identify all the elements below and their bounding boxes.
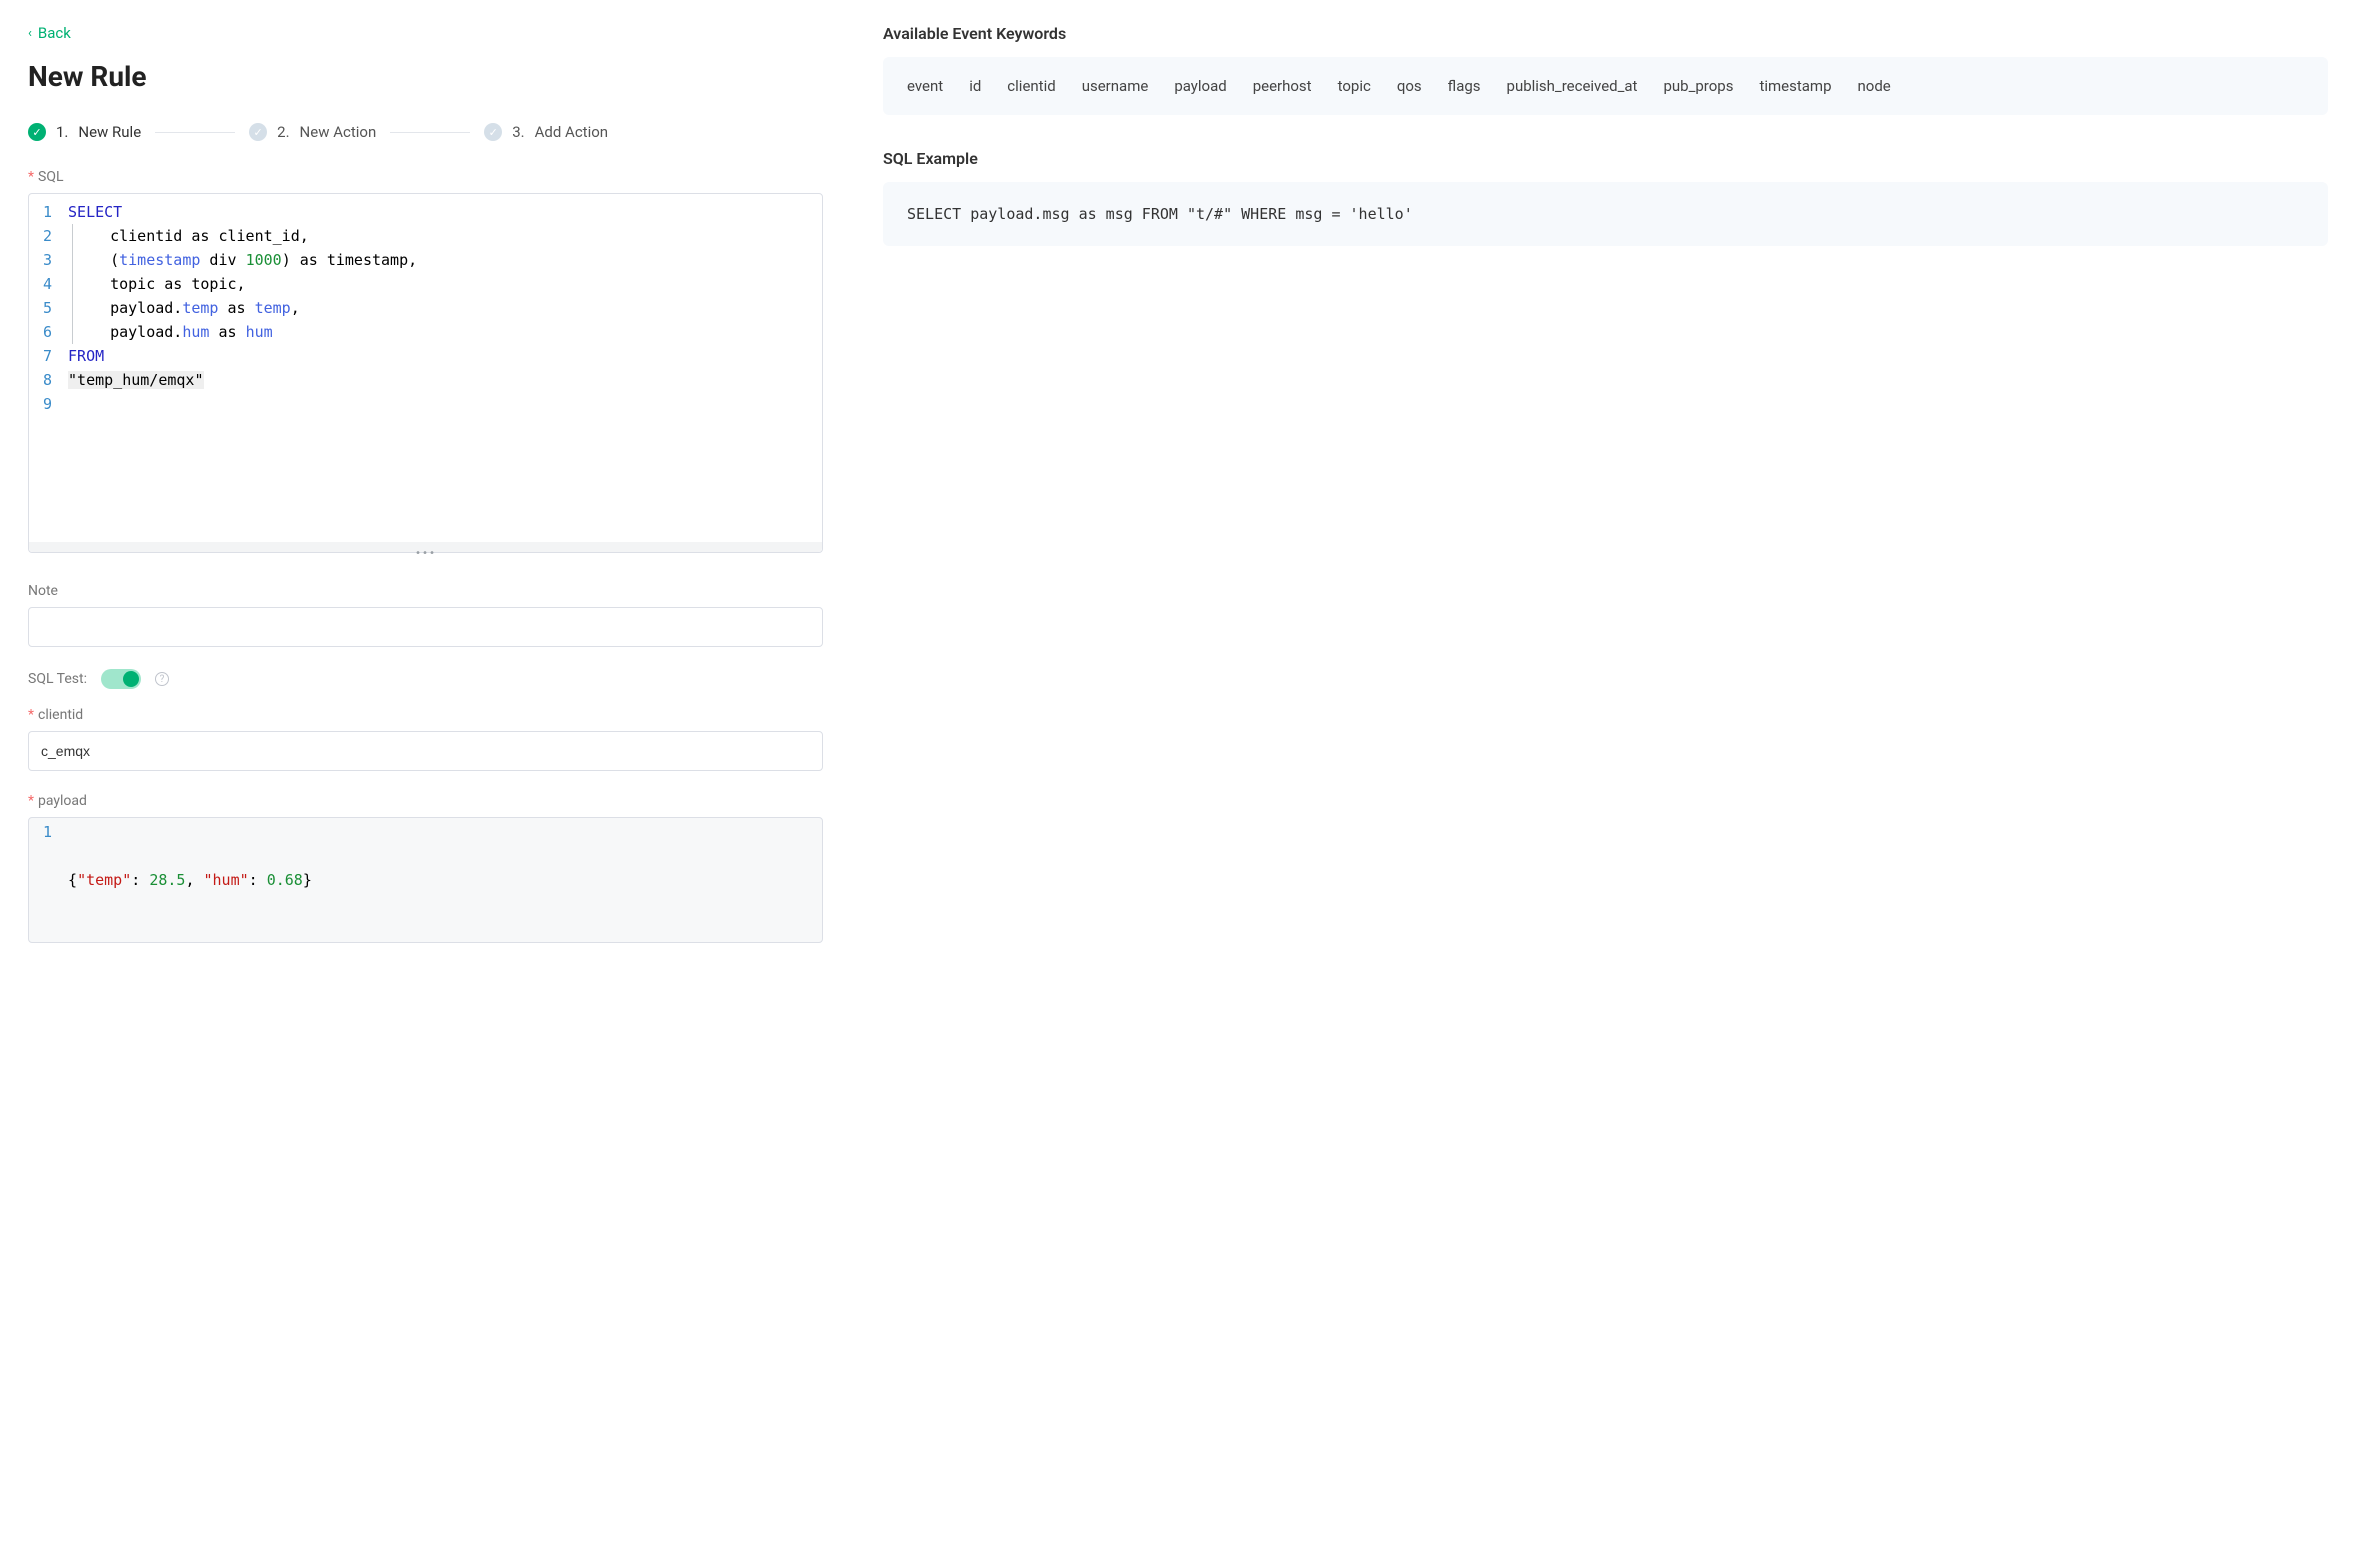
keyword-item[interactable]: payload (1174, 77, 1226, 95)
sql-code-line: (timestamp div 1000) as timestamp, (68, 248, 812, 272)
step-3[interactable]: ✓ 3. Add Action (484, 123, 608, 141)
check-icon: ✓ (484, 123, 502, 141)
keyword-item[interactable]: username (1082, 77, 1149, 95)
keyword-item[interactable]: topic (1338, 77, 1371, 95)
step-num: 1. (56, 123, 68, 141)
payload-editor[interactable]: 1 {"temp": 28.5, "hum": 0.68} (28, 817, 823, 943)
sql-code-line: SELECT (68, 200, 812, 224)
line-number: 3 (43, 248, 52, 272)
line-number: 1 (43, 820, 52, 844)
check-icon: ✓ (249, 123, 267, 141)
step-label: New Action (300, 123, 377, 141)
line-number: 4 (43, 272, 52, 296)
step-divider (390, 132, 470, 133)
sql-example-title: SQL Example (883, 149, 2328, 168)
step-num: 3. (512, 123, 524, 141)
keyword-item[interactable]: clientid (1007, 77, 1055, 95)
steps-bar: ✓ 1. New Rule ✓ 2. New Action ✓ 3. Add A… (28, 123, 823, 141)
sql-code-line: topic as topic, (68, 272, 812, 296)
back-link[interactable]: ‹ Back (28, 24, 71, 42)
step-1[interactable]: ✓ 1. New Rule (28, 123, 141, 141)
line-number: 7 (43, 344, 52, 368)
line-number: 9 (43, 392, 52, 416)
page-title: New Rule (28, 60, 823, 93)
keyword-item[interactable]: publish_received_at (1507, 77, 1638, 95)
step-divider (155, 132, 235, 133)
keyword-item[interactable]: timestamp (1759, 77, 1831, 95)
step-2[interactable]: ✓ 2. New Action (249, 123, 376, 141)
sqltest-label: SQL Test: (28, 671, 87, 687)
line-number: 8 (43, 368, 52, 392)
step-label: Add Action (535, 123, 608, 141)
sql-code-line: "temp_hum/emqx" (68, 368, 812, 392)
sql-label: *SQL (28, 169, 823, 185)
note-input[interactable] (28, 607, 823, 647)
sql-code-line (68, 392, 812, 416)
step-num: 2. (277, 123, 289, 141)
keyword-item[interactable]: qos (1397, 77, 1422, 95)
back-label: Back (38, 24, 71, 42)
sql-example-box: SELECT payload.msg as msg FROM "t/#" WHE… (883, 182, 2328, 246)
keyword-item[interactable]: node (1858, 77, 1891, 95)
chevron-left-icon: ‹ (28, 27, 32, 40)
payload-label: *payload (28, 793, 823, 809)
sql-code-line: FROM (68, 344, 812, 368)
line-number: 2 (43, 224, 52, 248)
sqltest-toggle[interactable] (101, 669, 141, 689)
keyword-item[interactable]: pub_props (1663, 77, 1733, 95)
keyword-item[interactable]: peerhost (1253, 77, 1312, 95)
help-icon[interactable]: ? (155, 672, 169, 686)
keyword-item[interactable]: id (969, 77, 981, 95)
sql-code-line: payload.temp as temp, (68, 296, 812, 320)
note-label: Note (28, 583, 823, 599)
editor-resize-handle[interactable]: ••• (29, 542, 822, 552)
sql-code-line: clientid as client_id, (68, 224, 812, 248)
clientid-input[interactable] (28, 731, 823, 771)
keywords-box: event id clientid username payload peerhost to… (883, 57, 2328, 115)
sql-editor[interactable]: 123456789 SELECT clientid as client_id, … (28, 193, 823, 553)
clientid-label: *clientid (28, 707, 823, 723)
line-number: 1 (43, 200, 52, 224)
sql-code-line: payload.hum as hum (68, 320, 812, 344)
keyword-item[interactable]: event (907, 77, 943, 95)
line-number: 6 (43, 320, 52, 344)
payload-code-line: {"temp": 28.5, "hum": 0.68} (68, 868, 822, 892)
step-label: New Rule (78, 123, 141, 141)
line-number: 5 (43, 296, 52, 320)
check-icon: ✓ (28, 123, 46, 141)
keyword-item[interactable]: flags (1448, 77, 1481, 95)
keywords-title: Available Event Keywords (883, 24, 2328, 43)
